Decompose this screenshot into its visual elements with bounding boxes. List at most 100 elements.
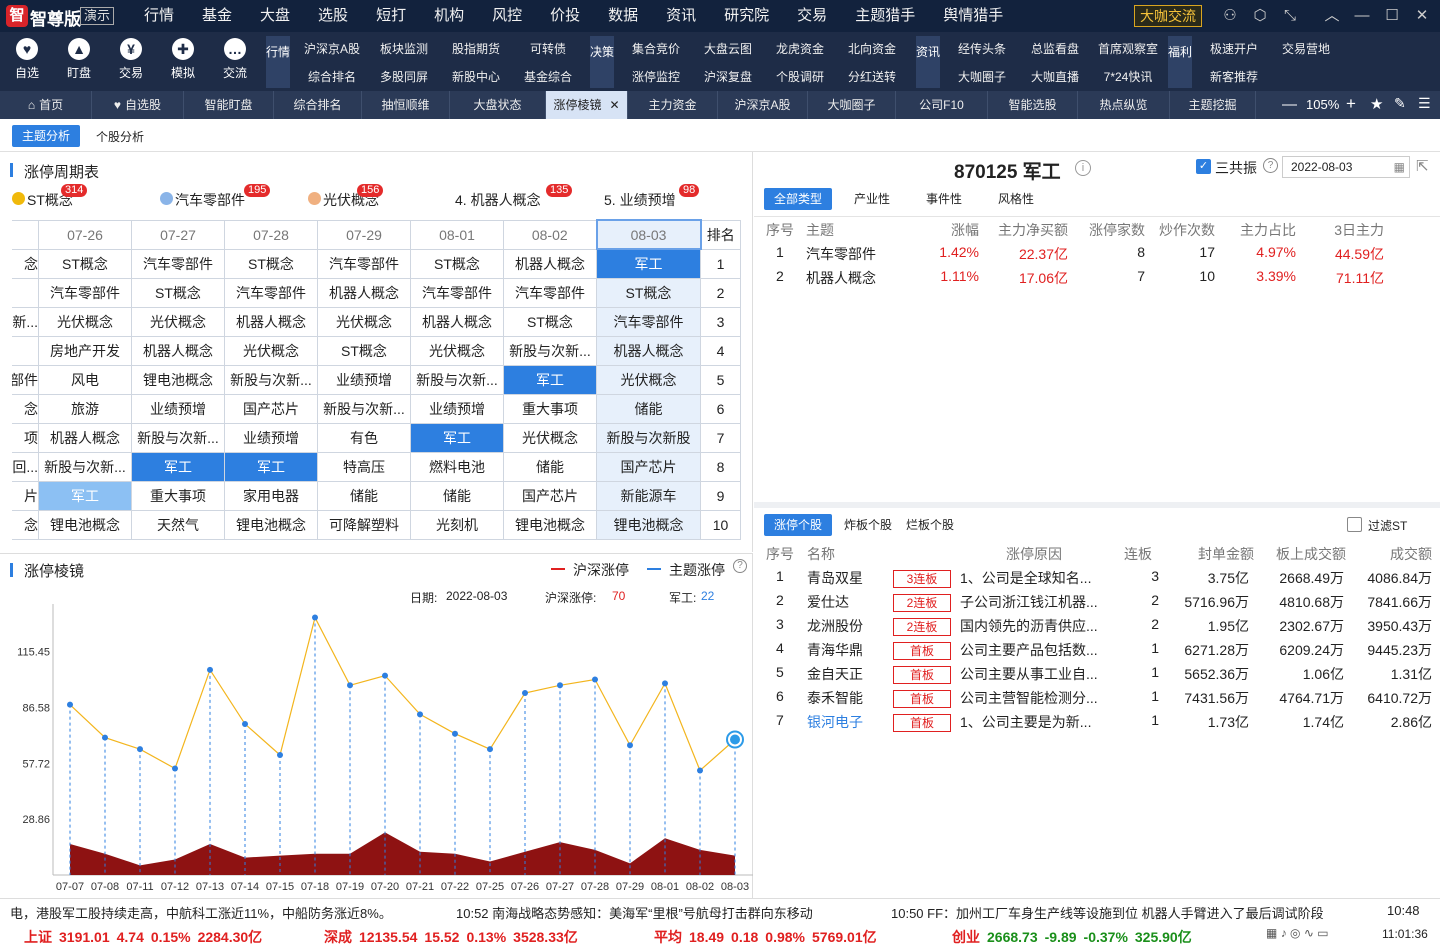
shrink-icon[interactable]: ⤡ xyxy=(1280,6,1300,26)
menu-icon[interactable]: ☰ xyxy=(1418,95,1431,112)
toolbar-item[interactable]: 首席观察室 xyxy=(1092,40,1164,57)
theme-table-cell[interactable]: 3.39% xyxy=(1224,268,1296,284)
zt-table-cell[interactable]: 1、公司是全球知名... xyxy=(960,568,1120,588)
cycle-cell[interactable]: 机器人概念 xyxy=(596,335,701,366)
cycle-cell[interactable]: 特高压 xyxy=(317,451,411,482)
zt-table-cell[interactable]: 公司主营智能检测分... xyxy=(960,688,1120,708)
prism-chart[interactable]: 115.45 86.58 57.72 28.86 07-07 07-08 07-11 07-1… xyxy=(0,604,753,899)
zt-table-cell[interactable]: 3 xyxy=(1114,568,1159,584)
data-point[interactable] xyxy=(312,614,318,621)
zt-table-cell[interactable]: 3 xyxy=(776,616,806,632)
menu-item[interactable]: 行情 xyxy=(130,0,188,32)
ticker-item[interactable]: 电，港股军工股持续走高，中航科工涨近11%，中船防务涨近8%。 xyxy=(10,903,392,922)
cycle-cell[interactable]: 机器人概念 xyxy=(131,335,225,366)
cycle-cell[interactable]: 军工 xyxy=(503,364,597,395)
cycle-cell[interactable] xyxy=(12,335,39,366)
zt-table-cell[interactable]: 1.31亿 xyxy=(1348,664,1432,684)
cycle-cell[interactable]: 新股与次新... xyxy=(38,451,132,482)
cycle-cell[interactable]: 锂电池概念 xyxy=(38,509,132,540)
zt-table-cell[interactable]: 7841.66万 xyxy=(1348,592,1432,612)
close-icon[interactable]: ✕ xyxy=(1412,6,1432,26)
cycle-cell[interactable]: 光伏概念 xyxy=(596,364,701,395)
cycle-cell[interactable]: ST概念 xyxy=(224,248,318,279)
zt-table-cell[interactable]: 公司主要从事工业自... xyxy=(960,664,1120,684)
zt-table-cell[interactable]: 1.74亿 xyxy=(1259,712,1344,732)
menu-item[interactable]: 基金 xyxy=(188,0,246,32)
zt-table-cell[interactable]: 1 xyxy=(1114,664,1159,680)
cycle-cell[interactable]: 储能 xyxy=(596,393,701,424)
tab-7[interactable]: 主力资金 xyxy=(628,91,718,119)
zt-table-cell[interactable]: 6209.24万 xyxy=(1259,640,1344,660)
menu-item[interactable]: 主题猎手 xyxy=(841,0,929,32)
theme-table-cell[interactable]: 17 xyxy=(1149,244,1215,260)
zt-table-cell[interactable]: 2.86亿 xyxy=(1348,712,1432,732)
menu-item[interactable]: 短打 xyxy=(362,0,420,32)
data-point[interactable] xyxy=(487,746,493,753)
cycle-date-header[interactable]: 08-03 xyxy=(595,219,702,250)
cycle-cell[interactable]: 新股与次新... xyxy=(317,393,411,424)
zt-table-header[interactable]: 名称 xyxy=(807,544,887,564)
cycle-cell[interactable]: 业绩预增 xyxy=(317,364,411,395)
zt-table-cell[interactable]: 7431.56万 xyxy=(1164,688,1249,708)
toolbar-yen-button[interactable]: ¥ 交易 xyxy=(107,38,155,81)
cycle-cell[interactable]: 新股与次新... xyxy=(410,364,504,395)
cycle-cell[interactable]: 念 xyxy=(12,248,39,279)
index-quote[interactable]: 创业 2668.73 -9.89 -0.37% 325.90亿 xyxy=(952,927,1192,947)
index-quote[interactable]: 上证 3191.01 4.74 0.15% 2284.30亿 xyxy=(24,927,262,947)
cycle-cell[interactable]: 锂电池概念 xyxy=(503,509,597,540)
theme-table-cell[interactable]: 1 xyxy=(776,244,806,260)
zoom-in-icon[interactable]: + xyxy=(1346,94,1356,114)
cycle-cell[interactable]: 储能 xyxy=(317,480,411,511)
data-point[interactable] xyxy=(592,676,598,683)
cycle-cell[interactable]: 光伏概念 xyxy=(131,306,225,337)
tab-4[interactable]: 抽恒顺维 xyxy=(362,91,450,119)
zt-table-header[interactable]: 板上成交额 xyxy=(1260,544,1346,564)
cycle-cell[interactable]: 锂电池概念 xyxy=(224,509,318,540)
cycle-cell[interactable]: 业绩预增 xyxy=(410,393,504,424)
cycle-cell[interactable]: ST概念 xyxy=(410,248,504,279)
data-point[interactable] xyxy=(102,734,108,741)
theme-table-cell[interactable]: 71.11亿 xyxy=(1306,268,1384,288)
theme-table-header[interactable]: 主力占比 xyxy=(1224,220,1296,240)
info-icon[interactable]: i xyxy=(1075,160,1091,176)
tab-0[interactable]: ⌂ 首页 xyxy=(0,91,92,119)
cycle-cell[interactable]: 可降解塑料 xyxy=(317,509,411,540)
toolbar-item[interactable]: 股指期货 xyxy=(440,40,512,57)
zt-table-cell[interactable]: 4 xyxy=(776,640,806,656)
sangong-checkbox[interactable]: ✓ xyxy=(1196,159,1211,174)
menu-item[interactable]: 研究院 xyxy=(710,0,783,32)
trend-icon[interactable]: ∿ xyxy=(1304,926,1314,940)
cycle-cell[interactable]: 光伏概念 xyxy=(38,306,132,337)
cycle-cell[interactable]: ST概念 xyxy=(131,277,225,308)
zt-table-cell[interactable]: 1.73亿 xyxy=(1164,712,1249,732)
toolbar-item[interactable]: 交易营地 xyxy=(1270,40,1342,57)
cycle-cell[interactable]: 业绩预增 xyxy=(224,422,318,453)
cycle-cell[interactable]: 有色 xyxy=(317,422,411,453)
theme-table-cell[interactable]: 10 xyxy=(1149,268,1215,284)
cycle-cell[interactable]: 机器人概念 xyxy=(224,306,318,337)
zt-table-cell[interactable]: 3950.43万 xyxy=(1348,616,1432,636)
zt-table-cell[interactable]: 5652.36万 xyxy=(1164,664,1249,684)
data-point[interactable] xyxy=(347,682,353,689)
cycle-cell[interactable]: 业绩预增 xyxy=(131,393,225,424)
bell-icon[interactable]: ♪ xyxy=(1281,926,1287,940)
toolbar-item[interactable]: 基金综合 xyxy=(512,68,584,85)
data-point[interactable] xyxy=(417,711,423,718)
maximize-icon[interactable]: ☐ xyxy=(1382,6,1402,26)
cycle-cell[interactable]: 重大事项 xyxy=(131,480,225,511)
toolbar-item[interactable]: 龙虎资金 xyxy=(764,40,836,57)
type-filter-1[interactable]: 产业性 xyxy=(840,188,904,210)
zt-table-cell[interactable]: 5 xyxy=(776,664,806,680)
tab-13[interactable]: 主题挖掘 xyxy=(1170,91,1256,119)
share-icon[interactable]: ⇱ xyxy=(1416,157,1429,175)
zt-table-header[interactable]: 成交额 xyxy=(1348,544,1432,564)
zt-table-cell[interactable]: 7 xyxy=(776,712,806,728)
toolbar-chat-button[interactable]: … 交流 xyxy=(211,38,259,81)
zt-table-cell[interactable]: 1 xyxy=(776,568,806,584)
theme-table-header[interactable]: 炒作次数 xyxy=(1149,220,1215,240)
cycle-cell[interactable]: 储能 xyxy=(503,451,597,482)
zt-table-cell[interactable]: 4810.68万 xyxy=(1259,592,1344,612)
cycle-cell[interactable]: 汽车零部件 xyxy=(131,248,225,279)
cycle-cell[interactable]: 部件 xyxy=(12,364,39,395)
cycle-cell[interactable]: 光刻机 xyxy=(410,509,504,540)
